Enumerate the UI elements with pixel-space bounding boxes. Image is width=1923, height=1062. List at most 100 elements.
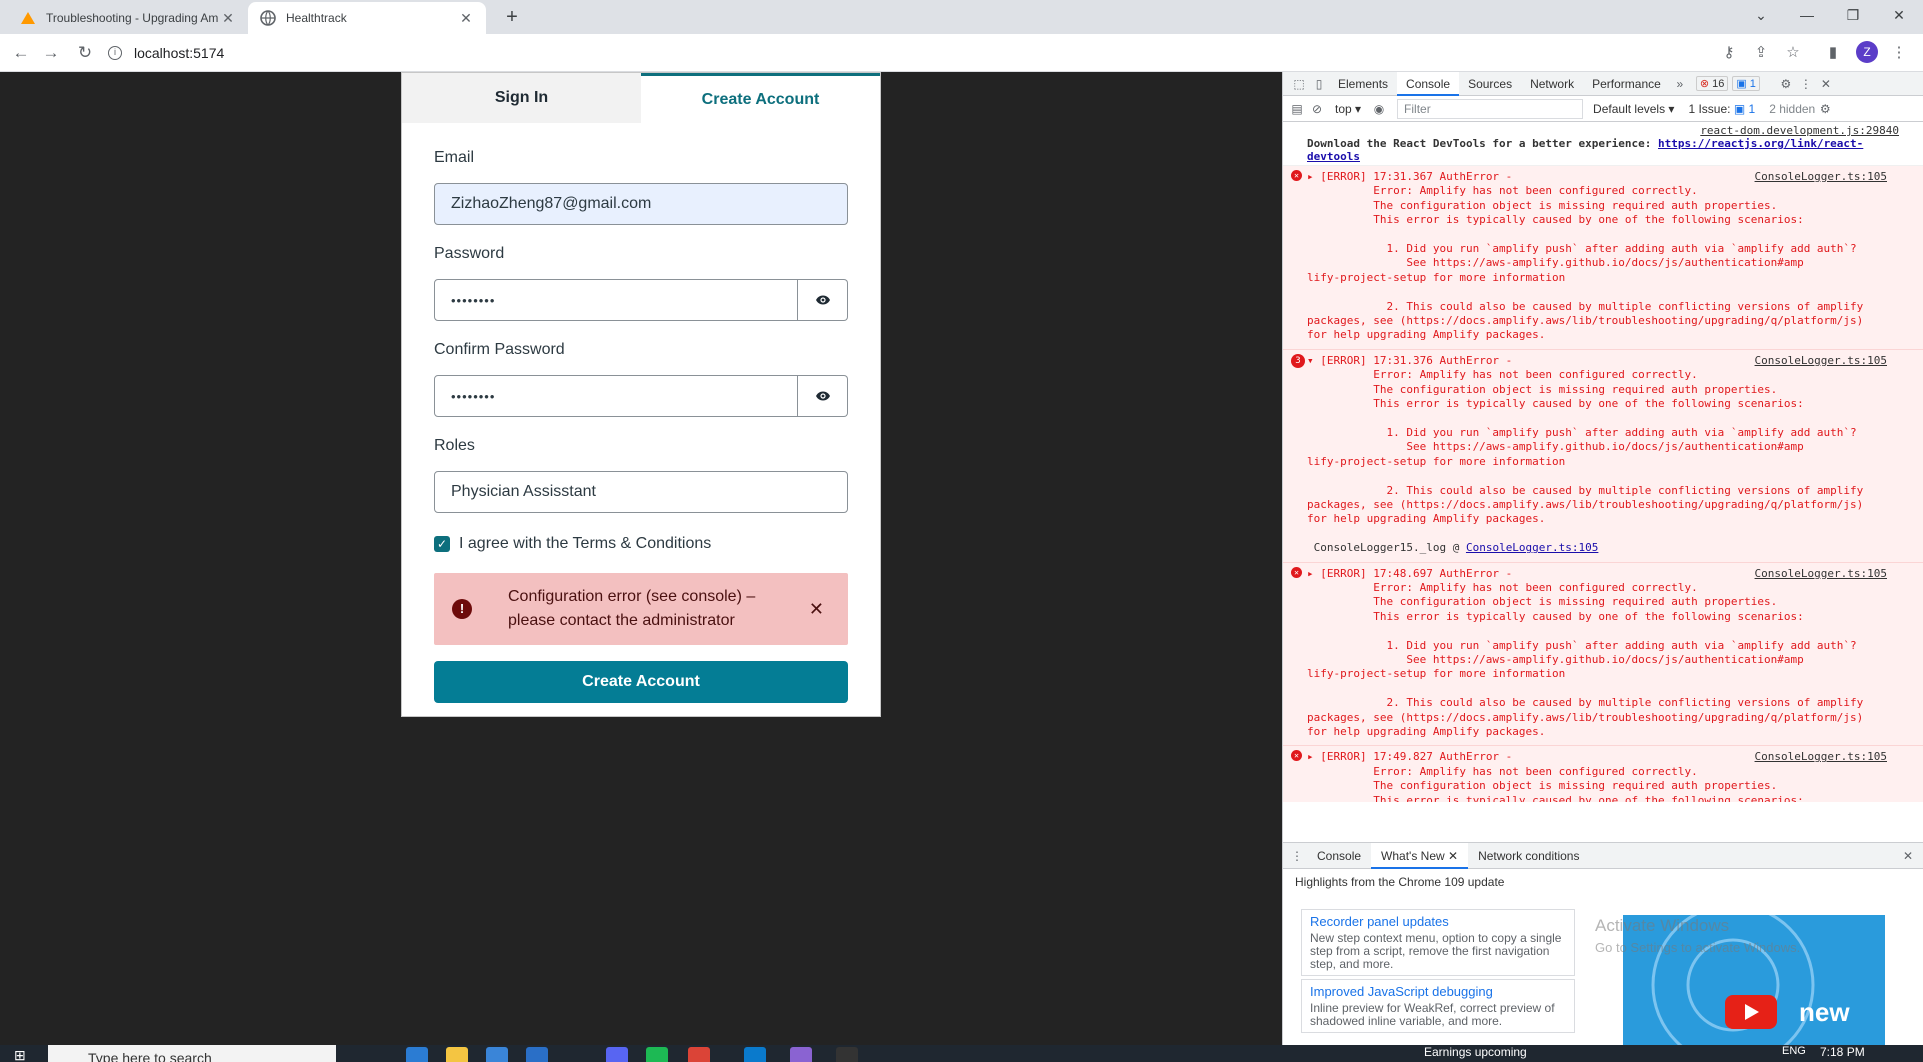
console-error-expanded[interactable]: 3 ConsoleLogger.ts:105 ▾ [ERROR] 17:31.376… [1283,349,1923,563]
error-alert: ! Configuration error (see console) – pl… [434,573,848,645]
close-icon[interactable]: ✕ [220,10,236,27]
console-message-react: react-dom.development.js:29840 Download … [1283,122,1923,166]
context-select[interactable]: top ▾ [1335,102,1361,116]
news-widget[interactable]: Earnings upcoming [1424,1045,1527,1059]
taskbar-clock[interactable]: 7:18 PM [1820,1045,1865,1059]
close-icon[interactable]: ✕ [458,10,474,27]
info-icon[interactable]: i [108,46,122,60]
settings-gear-icon[interactable]: ⚙ [1776,77,1796,91]
close-icon[interactable]: ✕ [1448,849,1458,863]
devtools-tab-network[interactable]: Network [1521,72,1583,96]
source-link[interactable]: ConsoleLogger.ts:105 [1755,170,1887,184]
more-tabs-icon[interactable]: » [1670,77,1690,91]
taskbar-search-input[interactable]: Type here to search [48,1045,336,1062]
card-title[interactable]: Recorder panel updates [1310,914,1566,929]
show-password-button[interactable] [798,279,848,321]
source-link[interactable]: react-dom.development.js:29840 [1307,124,1899,137]
password-label: Password [434,245,505,262]
password-field[interactable]: •••••••• [434,279,798,321]
create-account-button[interactable]: Create Account [434,661,848,703]
file-explorer-icon[interactable] [446,1047,468,1062]
whats-new-card[interactable]: Recorder panel updates New step context … [1301,909,1575,976]
error-header: ▸ [ERROR] 17:48.697 AuthError - [1307,566,1513,580]
drawer-tab-console[interactable]: Console [1307,843,1371,869]
tab-search-icon[interactable]: ⌄ [1738,0,1784,30]
drawer-tab-whats-new[interactable]: What's New ✕ [1371,842,1469,869]
log-levels-select[interactable]: Default levels ▾ [1593,102,1674,116]
card-title[interactable]: Improved JavaScript debugging [1310,984,1566,999]
back-icon[interactable]: ← [8,40,34,66]
store-icon[interactable] [486,1047,508,1062]
discord-icon[interactable] [606,1047,628,1062]
console-filter-input[interactable]: Filter [1397,98,1584,119]
device-toolbar-icon[interactable]: ▯ [1309,77,1329,91]
drawer-menu-icon[interactable]: ⋮ [1287,849,1307,863]
whats-new-card[interactable]: Improved JavaScript debugging Inline pre… [1301,979,1575,1033]
menu-kebab-icon[interactable]: ⋮ [1888,42,1910,64]
edge-icon[interactable] [406,1047,428,1062]
language-indicator[interactable]: ENG [1782,1045,1806,1057]
app-icon[interactable] [790,1047,812,1062]
address-bar[interactable]: i localhost:5174 [108,39,1778,67]
error-icon: ✕ [1291,750,1302,762]
devtools-menu-icon[interactable]: ⋮ [1796,77,1816,91]
devtools-tab-console[interactable]: Console [1397,71,1460,96]
source-link[interactable]: ConsoleLogger.ts:105 [1755,354,1887,368]
inspect-icon[interactable]: ⬚ [1289,77,1309,91]
dismiss-alert-button[interactable]: ✕ [809,599,824,620]
reload-icon[interactable]: ↻ [72,40,98,66]
tab-title: Healthtrack [286,11,347,25]
show-confirm-password-button[interactable] [798,375,848,417]
mail-icon[interactable] [526,1047,548,1062]
vscode-icon[interactable] [744,1047,766,1062]
terms-checkbox[interactable]: ✓ [434,536,450,552]
source-link[interactable]: ConsoleLogger.ts:105 [1755,567,1887,581]
console-error[interactable]: ✕ ConsoleLogger.ts:105 ▸ [ERROR] 17:31.367… [1283,166,1923,350]
key-icon[interactable]: ⚷ [1718,42,1740,64]
terminal-icon[interactable] [836,1047,858,1062]
restore-button[interactable]: ❐ [1830,0,1876,30]
windows-start-icon[interactable]: ⊞ [14,1047,32,1062]
new-tab-button[interactable]: + [498,4,526,32]
confirm-password-field[interactable]: •••••••• [434,375,798,417]
close-drawer-icon[interactable]: ✕ [1898,849,1918,863]
roles-field[interactable]: Physician Assisstant [434,471,848,513]
minimize-button[interactable]: — [1784,0,1830,30]
forward-icon[interactable]: → [38,40,64,66]
error-count-badge[interactable]: ⊗ 16 [1695,76,1729,91]
drawer-tab-network-conditions[interactable]: Network conditions [1468,843,1589,869]
console-error[interactable]: ✕ ConsoleLogger.ts:105 ▸ [ERROR] 17:48.697… [1283,562,1923,747]
devtools-panel: ⬚ ▯ Elements Console Sources Network Per… [1282,71,1923,1046]
browser-tab-healthtrack[interactable]: Healthtrack ✕ [248,2,486,34]
bookmark-star-icon[interactable]: ☆ [1782,42,1804,64]
browser-tab-troubleshooting[interactable]: Troubleshooting - Upgrading Am ✕ [8,2,248,34]
console-settings-icon[interactable]: ⚙ [1815,102,1835,116]
source-link[interactable]: ConsoleLogger.ts:105 [1755,750,1887,764]
email-field[interactable]: ZizhaoZheng87@gmail.com [434,183,848,225]
clear-console-icon[interactable]: ⊘ [1307,102,1327,116]
devtools-tab-performance[interactable]: Performance [1583,72,1670,96]
tab-create-account[interactable]: Create Account [641,73,880,123]
stack-trace-line: ConsoleLogger15._log @ ConsoleLogger.ts:… [1313,541,1599,555]
auth-tabs: Sign In Create Account [402,73,880,123]
tab-sign-in[interactable]: Sign In [402,73,641,123]
issues-badge[interactable]: 1 Issue: ▣ 1 [1688,102,1755,116]
close-devtools-icon[interactable]: ✕ [1816,77,1836,91]
spotify-icon[interactable] [646,1047,668,1062]
error-body: Error: Amplify has not been configured c… [1307,184,1864,342]
close-window-button[interactable]: ✕ [1876,0,1922,30]
profile-avatar[interactable]: Z [1856,41,1878,63]
console-error[interactable]: ✕ ConsoleLogger.ts:105 ▸ [ERROR] 17:49.827… [1283,746,1923,802]
share-icon[interactable]: ⇪ [1750,42,1772,64]
sidebar-toggle-icon[interactable]: ▤ [1287,102,1307,116]
side-panel-icon[interactable]: ▮ [1822,42,1844,64]
alert-message: Configuration error (see console) – plea… [508,585,809,633]
chrome-icon[interactable] [688,1047,710,1062]
error-body: Error: Amplify has not been configured c… [1373,764,1804,802]
live-expression-eye-icon[interactable]: ◉ [1369,102,1389,116]
devtools-tab-sources[interactable]: Sources [1459,72,1521,96]
whats-new-title: Highlights from the Chrome 109 update [1295,875,1505,889]
youtube-play-icon[interactable] [1725,995,1777,1029]
devtools-tab-elements[interactable]: Elements [1329,72,1397,96]
message-count-badge[interactable]: ▣ 1 [1732,76,1760,91]
